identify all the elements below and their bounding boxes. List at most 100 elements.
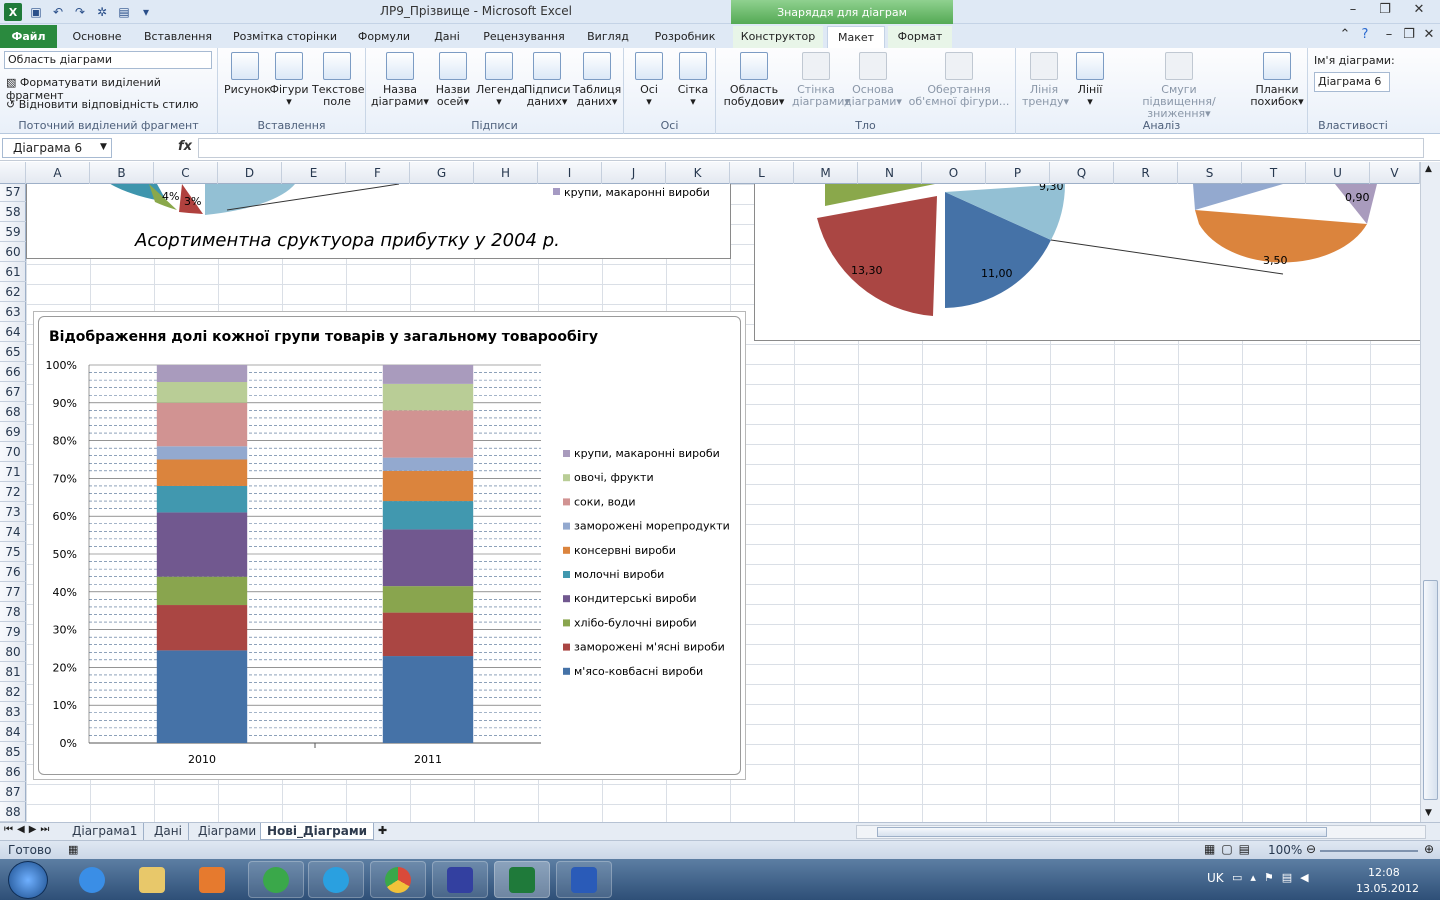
minimize-icon[interactable]: – [1338,2,1368,20]
restore-icon[interactable]: ❐ [1370,2,1400,20]
row-header[interactable]: 79 [0,622,26,642]
row-header[interactable]: 65 [0,342,26,362]
column-header[interactable]: I [538,162,602,184]
ie-taskbar-button[interactable] [64,861,120,898]
macro-record-icon[interactable]: ▦ [68,843,78,856]
data-table-button[interactable]: Таблиця даних▾ [572,52,622,108]
row-header[interactable]: 60 [0,242,26,262]
skype-taskbar-button[interactable] [308,861,364,898]
updown-bars-button[interactable]: Смуги підвищення/зниження▾ [1114,52,1244,120]
data-labels-button[interactable]: Підписи даних▾ [524,52,570,108]
close-icon[interactable]: ✕ [1404,2,1434,20]
legend-button[interactable]: Легенда ▾ [476,52,525,108]
chart-title-button[interactable]: Назва діаграми▾ [370,52,430,108]
zoom-out-icon[interactable]: ⊖ [1306,842,1316,856]
sheet-tab[interactable]: Діаграми [192,823,264,840]
row-header[interactable]: 87 [0,782,26,802]
row-header[interactable]: 75 [0,542,26,562]
column-header[interactable]: L [730,162,794,184]
axis-titles-button[interactable]: Назви осей▾ [432,52,474,108]
vertical-scroll-thumb[interactable] [1423,580,1438,800]
row-header[interactable]: 64 [0,322,26,342]
custom-icon[interactable]: ✲ [94,4,110,20]
tab-formulas[interactable]: Формули [352,26,416,48]
chrome-taskbar-button[interactable] [370,861,426,898]
sheet-tab[interactable]: Дані [148,823,189,840]
column-header[interactable]: T [1242,162,1306,184]
view-buttons-icon[interactable]: ▦▢▤ [1204,842,1256,856]
column-header[interactable]: G [410,162,474,184]
chart-wall-button[interactable]: Стінка діаграми▾ [792,52,850,108]
tab-layout[interactable]: Макет [827,26,885,48]
undo-icon[interactable]: ↶ [50,4,66,20]
pie-chart-2004[interactable]: 4% 3% крупи, макаронні вироби Асортимент… [26,184,731,259]
textbox-button[interactable]: Текстове поле [312,52,365,108]
row-header[interactable]: 77 [0,582,26,602]
column-header[interactable]: K [666,162,730,184]
new-sheet-icon[interactable]: ✚ [378,824,387,837]
row-header[interactable]: 69 [0,422,26,442]
row-header[interactable]: 88 [0,802,26,822]
tab-developer[interactable]: Розробник [646,26,724,48]
column-header[interactable]: V [1370,162,1420,184]
row-header[interactable]: 83 [0,702,26,722]
row-header[interactable]: 59 [0,222,26,242]
column-header[interactable]: C [154,162,218,184]
row-header[interactable]: 74 [0,522,26,542]
column-header[interactable]: S [1178,162,1242,184]
column-header[interactable]: B [90,162,154,184]
horizontal-scroll-thumb[interactable] [877,827,1327,837]
zoom-slider[interactable] [1320,850,1418,852]
row-header[interactable]: 68 [0,402,26,422]
column-header[interactable]: R [1114,162,1178,184]
sheet-tab-active[interactable]: Нові_Діаграми [260,823,375,840]
tab-design[interactable]: Конструктор [733,26,823,48]
row-header[interactable]: 57 [0,182,26,202]
clock-time[interactable]: 12:08 [1368,866,1400,879]
explorer-taskbar-button[interactable] [124,861,180,898]
form-icon[interactable]: ▤ [116,4,132,20]
doc-close-icon[interactable]: ✕ [1414,27,1440,45]
row-header[interactable]: 70 [0,442,26,462]
language-indicator[interactable]: UK [1207,871,1224,885]
plot-area-button[interactable]: Область побудови▾ [720,52,788,108]
column-header[interactable]: A [26,162,90,184]
stacked-bar-chart[interactable]: Відображення долі кожної групи товарів у… [33,311,746,780]
tray-icons[interactable]: ▭▴⚑▤◀ [1232,871,1317,884]
row-header[interactable]: 58 [0,202,26,222]
redo-icon[interactable]: ↷ [72,4,88,20]
tab-view[interactable]: Вигляд [580,26,636,48]
chart-floor-button[interactable]: Основа діаграми▾ [844,52,902,108]
shapes-button[interactable]: Фігури ▾ [268,52,310,108]
row-header[interactable]: 62 [0,282,26,302]
trendline-button[interactable]: Лінія тренду▾ [1022,52,1069,108]
error-bars-button[interactable]: Планки похибок▾ [1248,52,1306,108]
column-header[interactable]: Q [1050,162,1114,184]
column-header[interactable]: E [282,162,346,184]
3d-rotation-button[interactable]: Обертання об'ємної фігури... [906,52,1012,108]
zoom-in-icon[interactable]: ⊕ [1424,842,1434,856]
save-icon[interactable]: ▣ [28,4,44,20]
tab-format[interactable]: Формат [888,26,952,48]
column-header[interactable]: P [986,162,1050,184]
lines-button[interactable]: Лінії ▾ [1070,52,1110,108]
save-app-taskbar-button[interactable] [432,861,488,898]
row-header[interactable]: 76 [0,562,26,582]
formula-input[interactable] [198,138,1424,158]
tab-review[interactable]: Рецензування [478,26,570,48]
row-header[interactable]: 81 [0,662,26,682]
vertical-scrollbar[interactable]: ▲ ▼ [1420,162,1440,822]
tab-page-layout[interactable]: Розмітка сторінки [226,26,344,48]
name-box[interactable]: Діаграма 6 [2,138,112,158]
row-header[interactable]: 61 [0,262,26,282]
row-header[interactable]: 78 [0,602,26,622]
utorrent-taskbar-button[interactable] [248,861,304,898]
column-header[interactable]: O [922,162,986,184]
excel-logo-icon[interactable]: X [4,3,22,21]
tab-data[interactable]: Дані [424,26,470,48]
column-header[interactable]: F [346,162,410,184]
row-header[interactable]: 82 [0,682,26,702]
select-all-corner[interactable] [0,162,26,184]
column-header[interactable]: J [602,162,666,184]
column-header[interactable]: U [1306,162,1370,184]
